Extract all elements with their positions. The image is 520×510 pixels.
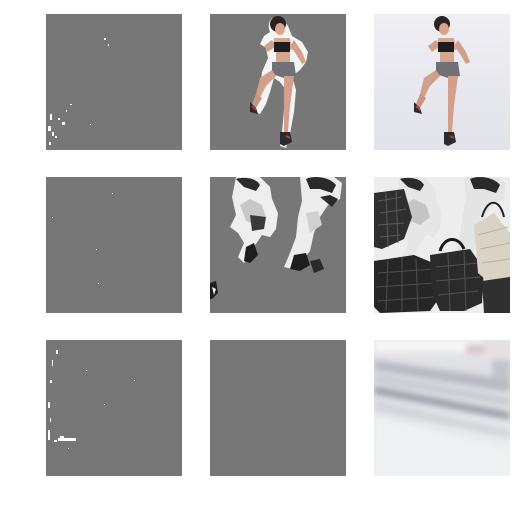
row1-photo-panel — [374, 14, 510, 150]
row2-photo-panel — [374, 177, 510, 313]
row3-photo-image — [374, 340, 510, 476]
row1-masked-image — [210, 14, 346, 150]
row3-mask-image — [46, 340, 182, 476]
row2-masked-image — [210, 177, 346, 313]
row3-mask-panel — [46, 340, 182, 476]
row2-mask-panel — [46, 177, 182, 313]
row1-mask-panel — [46, 14, 182, 150]
row2-mask-image — [46, 177, 182, 313]
row1-photo-image — [374, 14, 510, 150]
row3-masked-panel — [210, 340, 346, 476]
row2-masked-panel — [210, 177, 346, 313]
fashion-photo-figure — [374, 177, 510, 313]
image-grid — [0, 0, 520, 510]
row3-masked-image — [210, 340, 346, 476]
row3-photo-panel — [374, 340, 510, 476]
row1-mask-image — [46, 14, 182, 150]
row2-photo-image — [374, 177, 510, 313]
row1-masked-panel — [210, 14, 346, 150]
